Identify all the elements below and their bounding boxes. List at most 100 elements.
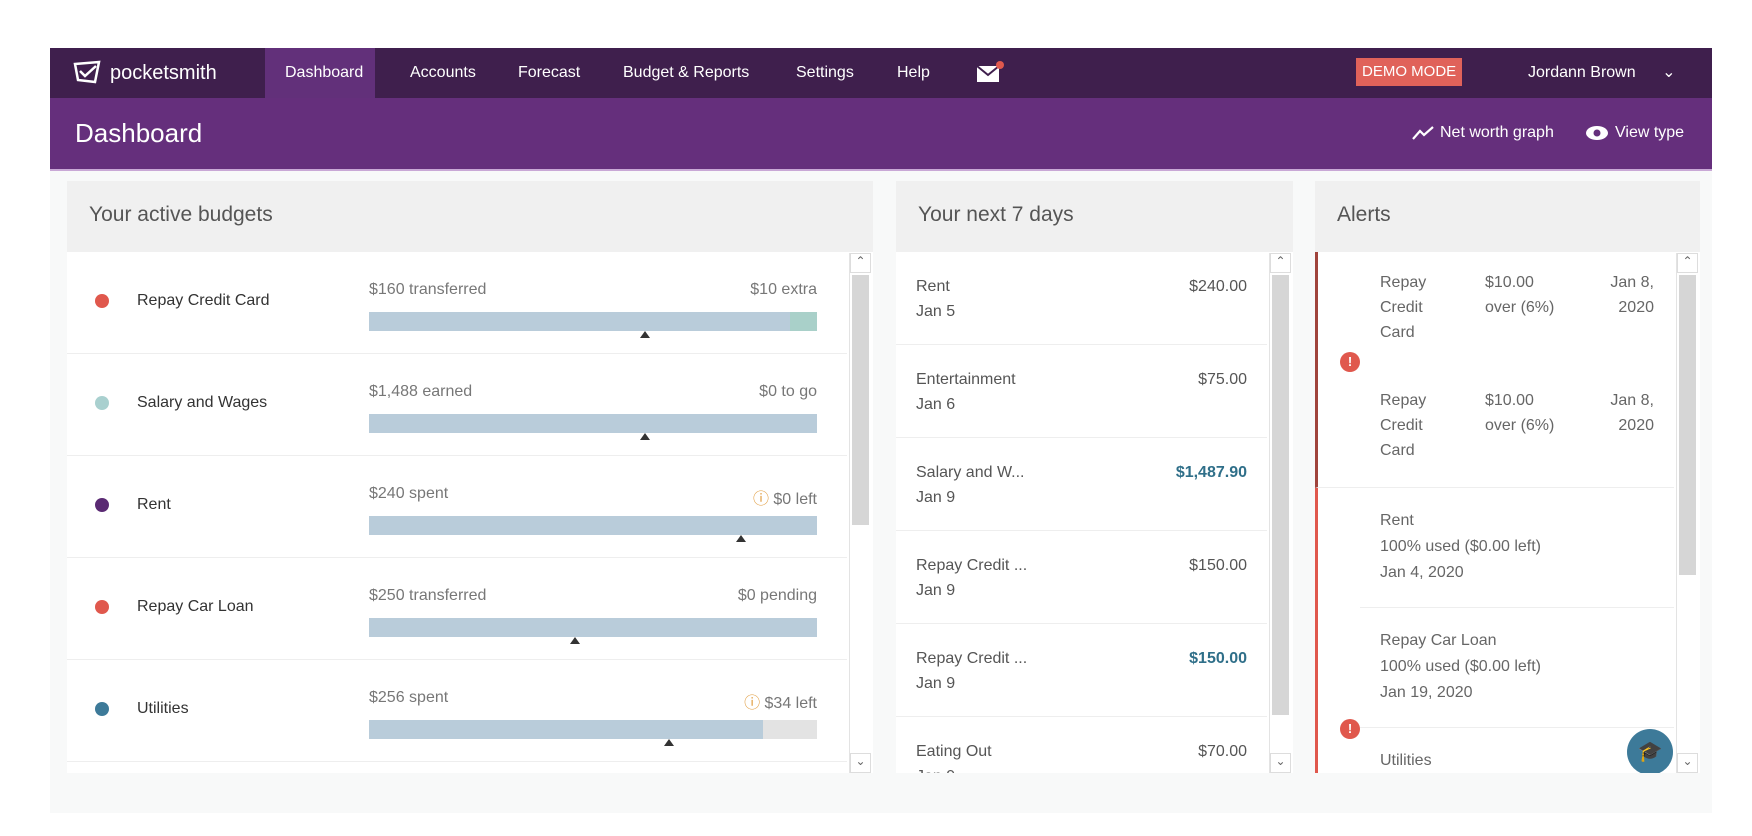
nav-forecast[interactable]: Forecast — [498, 48, 600, 98]
panel-title: Alerts — [1315, 181, 1700, 252]
alert-amount: $10.00 over (6%) — [1485, 274, 1555, 316]
alert-icon: ! — [1340, 719, 1360, 739]
budget-remaining: $0 to go — [759, 383, 817, 401]
panel-title: Your active budgets — [67, 181, 873, 252]
pocketsmith-logo-icon — [73, 60, 101, 84]
alert-detail: 100% used ($0.00 left) — [1380, 658, 1541, 675]
budget-remaining-value: $0 left — [773, 491, 817, 508]
scrollbar[interactable]: ⌃ ⌄ — [849, 253, 871, 773]
today-marker — [639, 433, 650, 440]
today-marker — [735, 535, 746, 542]
demo-mode-badge: DEMO MODE — [1356, 58, 1463, 86]
nav-settings[interactable]: Settings — [776, 48, 874, 98]
item-date: Jan 9 — [916, 582, 956, 599]
alert-date: Jan 19, 2020 — [1380, 684, 1473, 701]
panel-title: Your next 7 days — [896, 181, 1293, 252]
budget-color-dot — [95, 294, 109, 308]
messages-icon[interactable] — [975, 60, 1005, 91]
budget-remaining-value: $0 to go — [759, 383, 817, 400]
item-amount: $1,487.90 — [1175, 464, 1247, 481]
item-name: Rent — [916, 278, 950, 295]
item-name: Repay Credit ... — [916, 557, 1028, 574]
nav-accounts[interactable]: Accounts — [390, 48, 496, 98]
budget-name: Salary and Wages — [137, 394, 268, 411]
net-worth-graph-button[interactable]: Net worth graph — [1412, 124, 1554, 142]
page-header: Dashboard Net worth graph View type — [50, 98, 1712, 171]
budget-progress-bar — [369, 414, 817, 440]
item-date: Jan 9 — [916, 489, 956, 506]
user-name: Jordann Brown — [1528, 64, 1636, 81]
view-type-button[interactable]: View type — [1585, 124, 1684, 142]
alert-item[interactable]: Rent 100% used ($0.00 left) Jan 4, 2020 — [1360, 488, 1674, 608]
item-amount: $150.00 — [1189, 557, 1247, 574]
budget-name: Rent — [137, 496, 171, 513]
scrollbar[interactable]: ⌃ ⌄ — [1269, 253, 1291, 773]
budget-progress-bar — [369, 312, 817, 338]
net-worth-label: Net worth graph — [1440, 124, 1554, 141]
alert-name: Repay Credit Card — [1380, 274, 1427, 341]
budget-remaining: ⓘ $0 left — [753, 485, 817, 509]
budget-bar-remainder — [790, 312, 817, 331]
budget-row[interactable]: Repay Credit Card $160 transferred $10 ext… — [67, 252, 847, 354]
alert-name: Rent — [1380, 512, 1414, 529]
today-marker — [639, 331, 650, 338]
alert-amount: $10.00 over (6%) — [1485, 392, 1555, 434]
item-name: Entertainment — [916, 371, 1016, 388]
budget-color-dot — [95, 702, 109, 716]
alert-name: Repay Car Loan — [1380, 632, 1497, 649]
help-graduation-cap-icon[interactable]: 🎓 — [1627, 729, 1673, 773]
logo[interactable]: pocketsmith — [72, 48, 217, 98]
nav-help[interactable]: Help — [877, 48, 950, 98]
nav-budget-reports[interactable]: Budget & Reports — [603, 48, 769, 98]
today-marker — [570, 637, 581, 644]
warning-icon: ⓘ — [744, 695, 765, 712]
budget-row[interactable]: Utilities $256 spent ⓘ $34 left — [67, 660, 847, 762]
item-name: Eating Out — [916, 743, 992, 760]
chevron-down-icon: ⌄ — [1662, 64, 1676, 81]
alert-item[interactable]: Repay Car Loan 100% used ($0.00 left) Jan … — [1360, 608, 1674, 728]
warning-icon: ⓘ — [752, 491, 774, 508]
item-name: Repay Credit ... — [916, 650, 1028, 667]
budget-remaining-value: $34 left — [764, 695, 817, 712]
alert-detail: 100% used ($0.00 left) — [1380, 538, 1541, 555]
upcoming-item[interactable]: Repay Credit ... Jan 9 $150.00 — [896, 531, 1267, 624]
active-budgets-panel: Your active budgets Repay Credit Card $16… — [67, 181, 873, 773]
upcoming-item[interactable]: Eating Out Jan 9 $70.00 — [896, 717, 1267, 773]
item-date: Jan 9 — [916, 675, 956, 692]
alert-group-over: ! Repay Credit Card $10.00 over (6%) Jan 8,… — [1315, 252, 1674, 488]
scrollbar[interactable]: ⌃ ⌄ — [1676, 253, 1698, 773]
upcoming-item[interactable]: Repay Credit ... Jan 9 $150.00 — [896, 624, 1267, 717]
alert-name: Utilities — [1380, 752, 1432, 769]
user-menu[interactable]: Jordann Brown ⌄ — [1528, 48, 1675, 98]
budget-color-dot — [95, 498, 109, 512]
item-date: Jan 9 — [916, 768, 955, 773]
budget-remaining-value: $0 pending — [737, 587, 817, 604]
today-marker — [664, 739, 675, 746]
alert-icon: ! — [1340, 352, 1360, 372]
alert-name: Repay Credit Card — [1380, 392, 1427, 459]
budget-progress-label: $1,488 earned — [369, 383, 473, 400]
item-amount: $150.00 — [1189, 650, 1247, 667]
budget-row[interactable]: Salary and Wages $1,488 earned $0 to go — [67, 354, 847, 456]
budget-remaining: ⓘ $34 left — [744, 689, 817, 713]
budget-name: Utilities — [137, 700, 189, 717]
item-date: Jan 6 — [916, 396, 956, 413]
item-amount: $70.00 — [1198, 743, 1247, 760]
upcoming-item[interactable]: Salary and W... Jan 9 $1,487.90 — [896, 438, 1267, 531]
item-amount: $240.00 — [1189, 278, 1247, 295]
alert-date: Jan 8, 2020 — [1610, 392, 1654, 434]
upcoming-item[interactable]: Entertainment Jan 6 $75.00 — [896, 345, 1267, 438]
nav-dashboard[interactable]: Dashboard — [265, 48, 375, 98]
budget-row[interactable]: Repay Car Loan $250 transferred $0 pending — [67, 558, 847, 660]
budget-progress-bar — [369, 618, 817, 644]
alert-date: Jan 8, 2020 — [1610, 274, 1654, 316]
item-date: Jan 5 — [916, 303, 956, 320]
logo-text: pocketsmith — [110, 61, 217, 84]
budget-remaining: $0 pending — [738, 587, 817, 605]
budget-row[interactable]: Rent $240 spent ⓘ $0 left — [67, 456, 847, 558]
eye-icon — [1586, 126, 1608, 140]
budget-progress-label: $160 transferred — [369, 281, 487, 298]
budget-color-dot — [95, 600, 109, 614]
budget-remaining: $10 extra — [750, 281, 817, 299]
upcoming-item[interactable]: Rent Jan 5 $240.00 — [896, 252, 1267, 345]
